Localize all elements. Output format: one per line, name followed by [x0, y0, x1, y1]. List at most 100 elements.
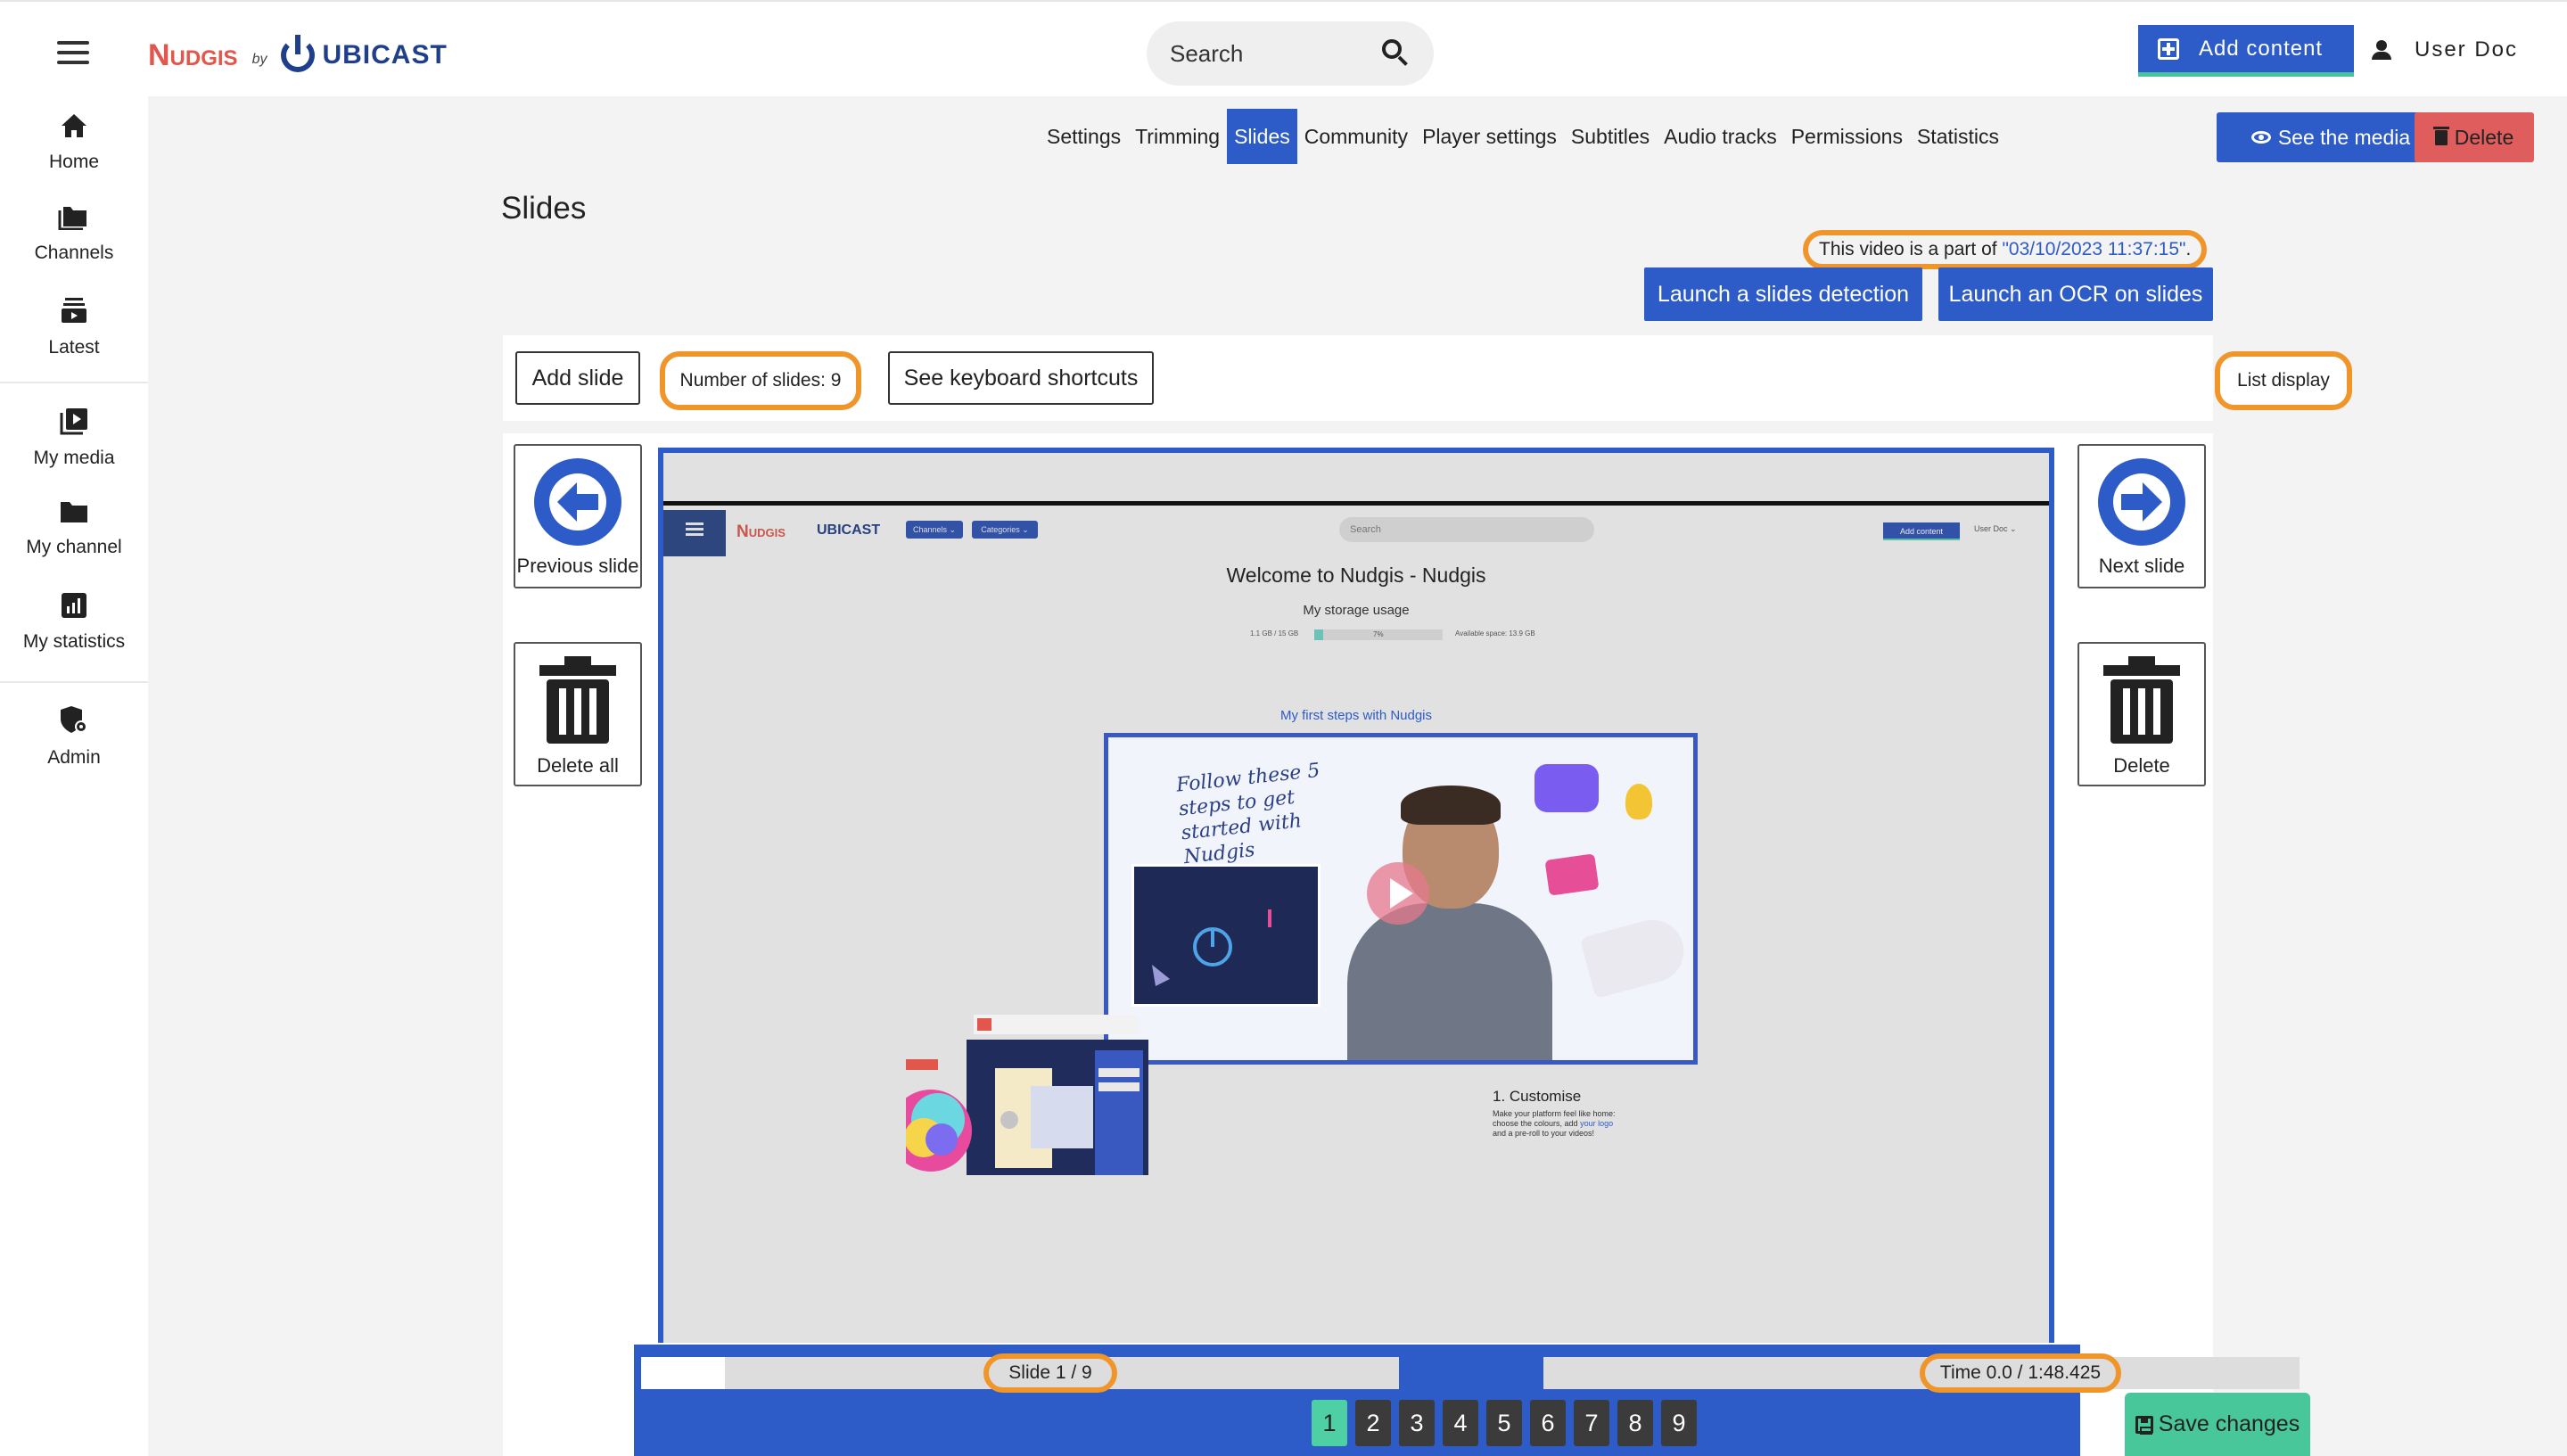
tab-statistics[interactable]: Statistics — [1910, 109, 2006, 164]
lightbulb-icon — [1625, 784, 1652, 819]
folder-icon — [58, 207, 86, 230]
sidebar-item-channels[interactable]: Channels — [0, 203, 148, 264]
logo[interactable]: Nudgis by UBICAST — [148, 35, 448, 75]
next-slide-label: Next slide — [2098, 555, 2185, 577]
number-of-slides: Number of slides: 9 — [660, 351, 861, 410]
tab-slides[interactable]: Slides — [1227, 109, 1297, 164]
slide-storage-bar: 7% — [1314, 629, 1443, 640]
tab-settings[interactable]: Settings — [1040, 109, 1128, 164]
tab-community[interactable]: Community — [1297, 109, 1415, 164]
play-icon — [1367, 862, 1429, 925]
tab-player-settings[interactable]: Player settings — [1415, 109, 1564, 164]
launch-slides-detection-button[interactable]: Launch a slides detection — [1644, 267, 1922, 321]
page-button[interactable]: 6 — [1530, 1400, 1566, 1446]
slide-top-line — [663, 501, 2049, 506]
video-part-link[interactable]: "03/10/2023 11:37:15" — [2002, 239, 2185, 260]
page-button[interactable]: 8 — [1617, 1400, 1653, 1446]
chat-bubble-icon — [1534, 764, 1599, 812]
see-media-button[interactable]: See the media — [2217, 112, 2445, 162]
sidebar-item-my-channel[interactable]: My channel — [0, 499, 148, 558]
save-changes-button[interactable]: Save changes — [2125, 1393, 2310, 1456]
my-media-icon — [60, 408, 87, 435]
launch-ocr-button[interactable]: Launch an OCR on slides — [1938, 267, 2213, 321]
trash-icon — [538, 656, 618, 745]
next-slide-button[interactable]: Next slide — [2077, 444, 2206, 588]
megaphone-icon — [1579, 912, 1691, 999]
trash-icon — [2432, 126, 2449, 145]
sidebar-item-my-statistics[interactable]: My statistics — [0, 592, 148, 653]
admin-shield-icon — [61, 706, 87, 733]
previous-slide-button[interactable]: Previous slide — [514, 444, 642, 588]
add-slide-button[interactable]: Add slide — [515, 351, 640, 405]
sidebar-item-label: Admin — [47, 747, 101, 768]
video-part-notice: This video is a part of "03/10/2023 11:3… — [1803, 230, 2208, 269]
add-content-label: Add content — [2199, 36, 2324, 61]
page-button[interactable]: 4 — [1443, 1400, 1478, 1446]
add-icon — [2158, 37, 2179, 60]
slide-customise-image — [890, 1015, 1378, 1175]
sidebar-item-label: My media — [33, 448, 115, 468]
delete-all-label: Delete all — [537, 754, 619, 777]
slide-storage-row: 1.1 GB / 15 GB 7% Available space: 13.9 … — [1250, 626, 1571, 642]
page-button[interactable]: 9 — [1661, 1400, 1697, 1446]
tab-subtitles[interactable]: Subtitles — [1564, 109, 1657, 164]
slide-search: Search — [1339, 517, 1594, 542]
slide-preview[interactable]: Nudgis UBICAST Channels ⌄ Categories ⌄ S… — [658, 448, 2054, 1343]
slide-channels-chip: Channels ⌄ — [906, 521, 963, 539]
media-tabs: Settings Trimming Slides Community Playe… — [1040, 109, 2006, 164]
slide-storage-used: 1.1 GB / 15 GB — [1250, 629, 1299, 638]
top-bar: Nudgis by UBICAST Search Add content Use… — [0, 0, 2567, 96]
add-content-button[interactable]: Add content — [2138, 25, 2354, 77]
slide-heading: Welcome to Nudgis - Nudgis — [1226, 563, 1486, 587]
slide-customise-desc-1: Make your platform feel like home: — [1493, 1109, 1616, 1118]
sidebar: Home Channels Latest My media My channel… — [0, 96, 148, 1456]
page-button[interactable]: 2 — [1355, 1400, 1391, 1446]
page-button[interactable]: 5 — [1486, 1400, 1522, 1446]
delete-slide-button[interactable]: Delete — [2077, 642, 2206, 786]
logo-ubicast: UBICAST — [322, 40, 448, 70]
slide-customise-desc-3: and a pre-roll to your videos! — [1493, 1129, 1595, 1138]
save-icon — [2135, 1415, 2153, 1435]
arrow-left-icon — [534, 458, 621, 546]
delete-media-label: Delete — [2454, 125, 2514, 149]
page-title: Slides — [501, 191, 587, 226]
slide-customise-title: 1. Customise — [1493, 1088, 1582, 1105]
search-placeholder: Search — [1170, 39, 1244, 67]
save-changes-label: Save changes — [2158, 1411, 2300, 1436]
slide-customise-desc: Make your platform feel like home: choos… — [1493, 1109, 1680, 1139]
slide-customise-desc-2: choose the colours, add — [1493, 1119, 1581, 1128]
slide-counter: Slide 1 / 9 — [983, 1353, 1117, 1393]
user-menu[interactable]: User Doc — [2372, 37, 2518, 62]
sidebar-item-latest[interactable]: Latest — [0, 296, 148, 358]
tab-trimming[interactable]: Trimming — [1128, 109, 1227, 164]
eye-icon — [2250, 131, 2271, 144]
sidebar-item-home[interactable]: Home — [0, 112, 148, 173]
slide-add-content: Add content — [1883, 522, 1960, 540]
latest-icon — [62, 298, 86, 323]
hamburger-menu-icon[interactable] — [57, 41, 89, 64]
video-icon — [1544, 853, 1600, 896]
logo-nudgis: Nudgis — [148, 37, 238, 72]
search-input[interactable]: Search — [1147, 21, 1434, 86]
delete-media-button[interactable]: Delete — [2415, 112, 2534, 162]
list-display-button[interactable]: List display — [2215, 351, 2352, 410]
delete-all-button[interactable]: Delete all — [514, 642, 642, 786]
sidebar-item-label: My statistics — [22, 631, 126, 652]
sidebar-item-admin[interactable]: Admin — [0, 704, 148, 769]
slide-steps-title: My first steps with Nudgis — [1279, 708, 1433, 723]
page-button[interactable]: 3 — [1399, 1400, 1435, 1446]
page-button[interactable]: 7 — [1574, 1400, 1609, 1446]
slide-image: Nudgis UBICAST Channels ⌄ Categories ⌄ S… — [663, 453, 2049, 1343]
slide-thumb-screen — [1131, 864, 1321, 1007]
search-icon[interactable] — [1382, 39, 1411, 68]
page-button[interactable]: 1 — [1312, 1400, 1347, 1446]
slide-pagination: 1 2 3 4 5 6 7 8 9 — [1312, 1400, 1705, 1446]
sidebar-item-my-media[interactable]: My media — [0, 407, 148, 469]
tab-permissions[interactable]: Permissions — [1784, 109, 1910, 164]
previous-slide-label: Previous slide — [516, 555, 639, 577]
slide-categories-chip: Categories ⌄ — [972, 521, 1038, 539]
tab-audio-tracks[interactable]: Audio tracks — [1657, 109, 1784, 164]
slide-progress-fill — [641, 1357, 725, 1389]
keyboard-shortcuts-button[interactable]: See keyboard shortcuts — [888, 351, 1154, 405]
slide-user: User Doc ⌄ — [1974, 524, 2017, 533]
